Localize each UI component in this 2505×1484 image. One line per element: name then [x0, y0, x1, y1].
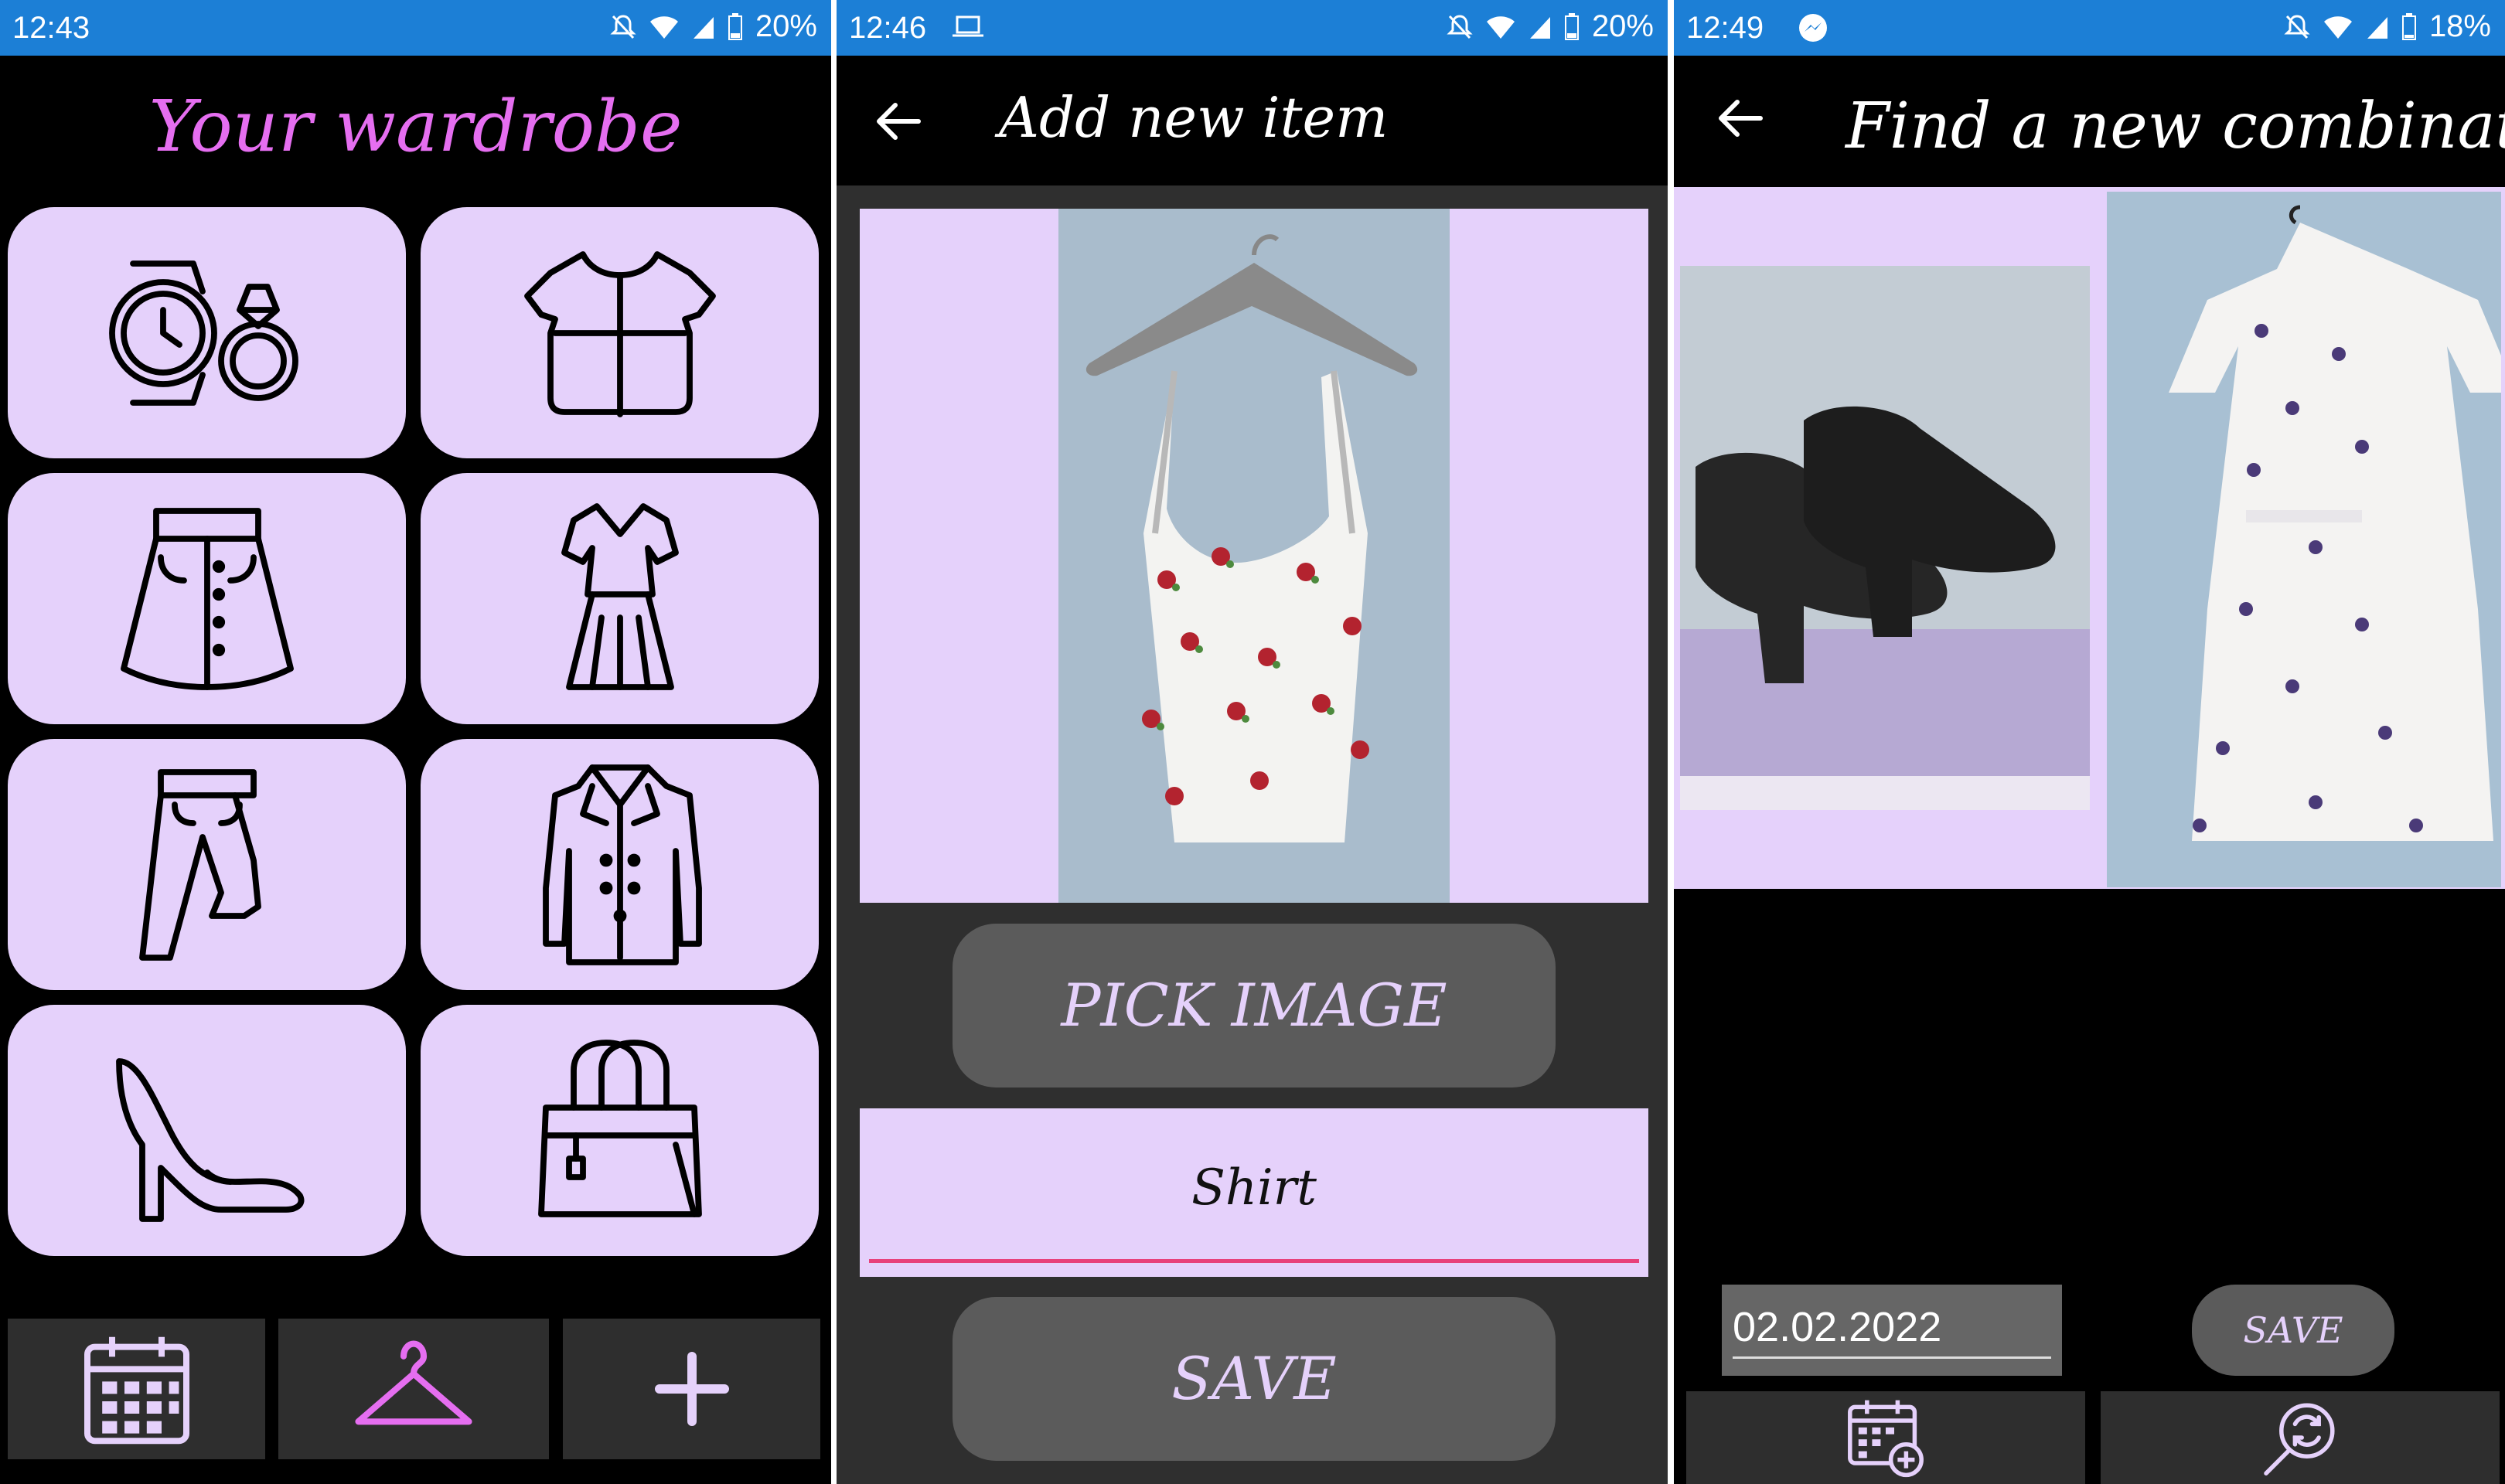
app-bar: Add new item — [837, 56, 1668, 186]
laptop-icon — [953, 15, 983, 37]
category-shoes[interactable] — [8, 1005, 406, 1256]
camisole-photo — [1058, 209, 1450, 903]
wardrobe-screen: 12:43 20% Your wardrobe — [0, 0, 831, 1484]
battery-icon — [728, 12, 742, 40]
wifi-icon — [1486, 15, 1515, 39]
pick-image-button[interactable]: PICK IMAGE — [953, 924, 1556, 1087]
save-combination-button[interactable]: SAVE — [2192, 1285, 2394, 1376]
category-pants[interactable] — [8, 739, 406, 990]
date-value: 02.02.2022 — [1733, 1304, 1942, 1350]
image-preview — [860, 209, 1648, 903]
battery-percent: 18% — [2428, 9, 2491, 43]
nav-calendar-button[interactable] — [8, 1319, 265, 1459]
nav-shuffle-search-button[interactable] — [2101, 1391, 2500, 1484]
wifi-icon — [2323, 15, 2352, 39]
date-field[interactable]: 02.02.2022 — [1722, 1285, 2062, 1376]
category-accessories[interactable] — [8, 207, 406, 458]
skirt-icon — [120, 507, 294, 690]
mute-icon — [1447, 14, 1473, 39]
signal-icon — [1529, 16, 1550, 39]
page-title: Add new item — [999, 85, 1389, 150]
status-time: 12:43 — [12, 11, 90, 45]
status-bar: 12:49 18% — [1674, 0, 2505, 56]
battery-icon — [1564, 12, 1579, 40]
app-bar: Find a new combination — [1674, 56, 2505, 186]
hanger-icon — [355, 1340, 472, 1425]
status-time: 12:46 — [849, 11, 927, 45]
back-arrow-icon[interactable] — [1717, 99, 1764, 138]
page-title: Your wardrobe — [148, 85, 683, 168]
category-dresses[interactable] — [421, 473, 819, 724]
battery-percent: 20% — [1591, 9, 1654, 43]
item-name-value: Shirt — [1191, 1159, 1317, 1217]
nav-add-button[interactable] — [563, 1319, 820, 1459]
calendar-icon — [84, 1336, 189, 1445]
shoes-photo[interactable] — [1680, 266, 2090, 810]
blouse-icon — [523, 250, 716, 417]
add-item-screen: 12:46 20% Add new item PICK IMAGE Shirt … — [837, 0, 1668, 1484]
messenger-icon — [1799, 14, 1827, 42]
handbag-icon — [537, 1039, 702, 1217]
plus-icon — [654, 1352, 729, 1426]
back-arrow-icon[interactable] — [875, 102, 922, 141]
dress-photo[interactable] — [2107, 192, 2501, 887]
item-name-field[interactable]: Shirt — [860, 1108, 1648, 1277]
mute-icon — [610, 14, 636, 39]
pants-icon — [138, 768, 261, 961]
date-underline — [1733, 1356, 2051, 1359]
coat-icon — [542, 764, 702, 965]
signal-icon — [2367, 16, 2387, 39]
category-skirts[interactable] — [8, 473, 406, 724]
signal-icon — [693, 16, 714, 39]
category-tops[interactable] — [421, 207, 819, 458]
page-title: Find a new combination — [1846, 90, 2505, 163]
watch-ring-icon — [108, 260, 298, 406]
save-button[interactable]: SAVE — [953, 1297, 1556, 1461]
calendar-add-icon — [1848, 1400, 1924, 1478]
battery-icon — [2401, 12, 2416, 40]
category-bags[interactable] — [421, 1005, 819, 1256]
nav-wardrobe-button[interactable] — [278, 1319, 549, 1459]
high-heel-icon — [115, 1057, 304, 1222]
field-underline — [869, 1259, 1639, 1263]
status-bar: 12:43 20% — [0, 0, 831, 56]
nav-calendar-add-button[interactable] — [1686, 1391, 2085, 1484]
combination-panel — [1674, 187, 2505, 889]
combination-screen: 12:49 18% Find a new combination — [1674, 0, 2505, 1484]
status-time: 12:49 — [1686, 11, 1764, 45]
category-coats[interactable] — [421, 739, 819, 990]
wifi-icon — [649, 15, 678, 39]
search-refresh-icon — [2264, 1403, 2335, 1475]
dress-icon — [561, 502, 679, 690]
mute-icon — [2284, 14, 2310, 39]
status-bar: 12:46 20% — [837, 0, 1668, 56]
battery-percent: 20% — [755, 9, 817, 43]
